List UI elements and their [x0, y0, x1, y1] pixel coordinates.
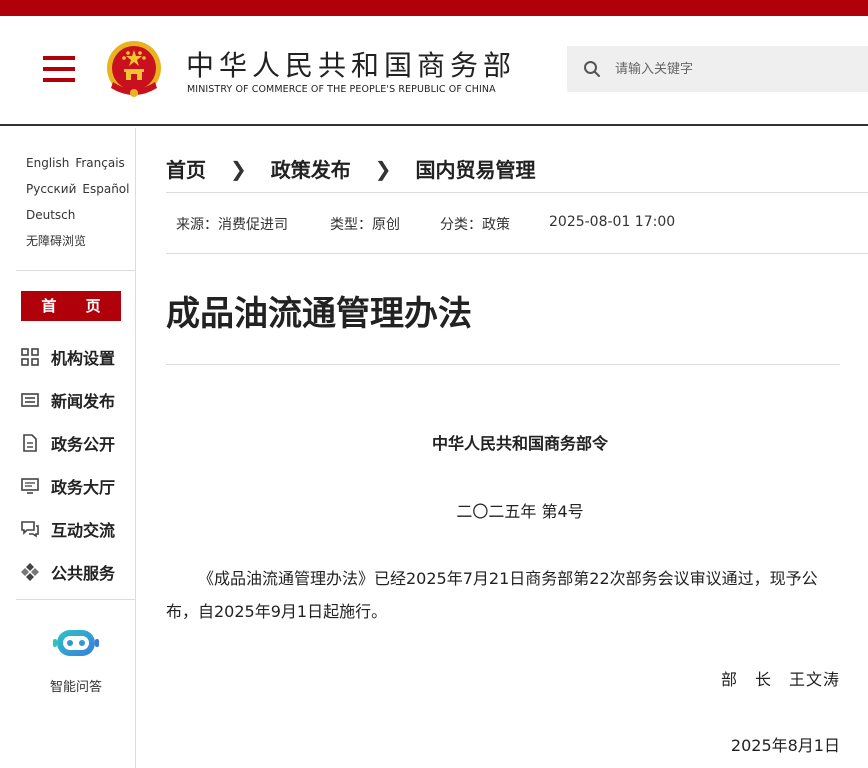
- signing-date: 2025年8月1日: [730, 736, 840, 755]
- sidebar-item-label: 公共服务: [51, 563, 116, 583]
- sidebar-item-label: 机构设置: [51, 348, 116, 368]
- decree-number: 二〇二五年 第4号: [456, 502, 584, 521]
- national-emblem-icon[interactable]: [105, 38, 163, 102]
- lang-russian-link[interactable]: Русский: [26, 182, 76, 196]
- ai-assistant-button[interactable]: 智能问答: [30, 628, 122, 695]
- article-meta: 来源：消费促进司 类型：原创 分类：政策 2025-08-01 17:00: [166, 192, 868, 254]
- language-links: English Français Русский Español Deutsch 无…: [26, 150, 134, 254]
- signature: 部 长 王文涛: [720, 670, 840, 689]
- sidebar-item-label: 政务公开: [51, 434, 116, 454]
- sidebar-item-gov-affairs[interactable]: 政务公开: [20, 421, 136, 464]
- monitor-icon: [21, 477, 39, 494]
- meta-source: 来源：消费促进司: [176, 217, 288, 233]
- meta-datetime: 2025-08-01 17:00: [549, 214, 676, 230]
- lang-german-link[interactable]: Deutsch: [26, 208, 75, 222]
- accessibility-link[interactable]: 无障碍浏览: [26, 234, 86, 248]
- org-grid-icon: [21, 347, 39, 366]
- sidebar-item-interaction[interactable]: 互动交流: [20, 507, 136, 550]
- sidebar-divider: [16, 270, 135, 271]
- breadcrumb: 首页 ❯ 政策发布 ❯ 国内贸易管理: [166, 154, 536, 183]
- search-input[interactable]: [615, 56, 855, 82]
- chevron-right-icon: ❯: [374, 156, 392, 181]
- breadcrumb-policy[interactable]: 政策发布: [271, 154, 351, 183]
- site-header: 中华人民共和国商务部 MINISTRY OF COMMERCE OF THE P…: [0, 16, 868, 126]
- sidebar-item-label: 互动交流: [51, 520, 116, 540]
- lang-english-link[interactable]: English: [26, 156, 69, 170]
- news-icon: [21, 392, 39, 407]
- title-divider: [166, 364, 840, 365]
- sidebar-divider: [16, 599, 135, 600]
- search-bar: [567, 46, 868, 92]
- hamburger-menu-icon[interactable]: [43, 56, 75, 82]
- sidebar-nav: 机构设置 新闻发布 政务公开 政务大厅 互动交流 公共服务: [20, 335, 136, 593]
- meta-category: 分类：政策: [440, 217, 510, 233]
- ai-assistant-label: 智能问答: [49, 680, 102, 695]
- sidebar-item-label: 政务大厅: [51, 477, 116, 497]
- site-subtitle: MINISTRY OF COMMERCE OF THE PEOPLE'S REP…: [187, 84, 496, 95]
- sidebar-item-label: 新闻发布: [51, 391, 116, 411]
- document-icon: [23, 433, 37, 452]
- search-icon[interactable]: [583, 60, 601, 78]
- site-title[interactable]: 中华人民共和国商务部: [186, 44, 516, 84]
- breadcrumb-home[interactable]: 首页: [166, 154, 206, 183]
- left-sidebar: English Français Русский Español Deutsch 无…: [0, 128, 136, 768]
- service-icon: [21, 562, 39, 581]
- breadcrumb-domestic-trade[interactable]: 国内贸易管理: [416, 154, 536, 183]
- article-body: 《成品油流通管理办法》已经2025年7月21日商务部第22次部务会议审议通过，现…: [166, 569, 818, 621]
- meta-type: 类型：原创: [330, 217, 400, 233]
- home-button[interactable]: 首 页: [21, 291, 121, 321]
- sidebar-item-organization[interactable]: 机构设置: [20, 335, 136, 378]
- top-accent-bar: [0, 0, 868, 16]
- chat-icon: [21, 520, 39, 537]
- decree-issuer: 中华人民共和国商务部令: [431, 434, 608, 453]
- sidebar-item-news[interactable]: 新闻发布: [20, 378, 136, 421]
- robot-icon: [53, 630, 99, 656]
- article-title: 成品油流通管理办法: [166, 294, 472, 334]
- lang-french-link[interactable]: Français: [75, 156, 124, 170]
- chevron-right-icon: ❯: [230, 156, 247, 181]
- sidebar-item-service-hall[interactable]: 政务大厅: [20, 464, 136, 507]
- lang-spanish-link[interactable]: Español: [82, 182, 129, 196]
- sidebar-item-public-service[interactable]: 公共服务: [20, 550, 136, 593]
